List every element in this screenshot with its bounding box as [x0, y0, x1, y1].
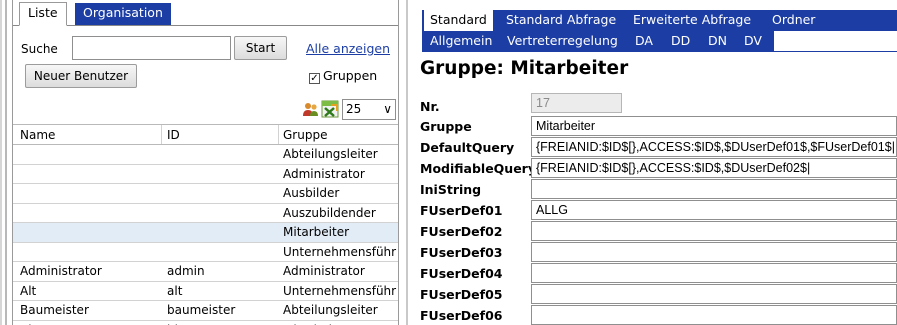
user-table: Name ID Gruppe Abteilungsleiter Administr…	[13, 124, 398, 325]
groups-checkbox[interactable]: ✓ Gruppen	[309, 68, 377, 84]
field-label-nr: Nr.	[420, 99, 440, 114]
chevron-down-icon: ∨	[383, 102, 392, 116]
page-title: Gruppe: Mitarbeiter	[420, 58, 629, 79]
sub-tab-bar: Allgemein Vertreterregelung DA DD DN DV	[422, 31, 774, 52]
field-input-fuserdef01[interactable]: ALLG	[531, 200, 897, 220]
cell-name: Alt	[20, 283, 37, 298]
field-label-fuserdef02: FUserDef02	[420, 224, 503, 239]
cell-id: admin	[167, 264, 205, 278]
column-divider	[278, 125, 279, 144]
column-header-id[interactable]: ID	[167, 128, 277, 142]
field-label-fuserdef03: FUserDef03	[420, 245, 503, 260]
checkbox-check-icon[interactable]: ✓	[309, 73, 320, 84]
excel-export-icon[interactable]	[321, 100, 339, 118]
tab-ordner[interactable]: Ordner	[772, 10, 815, 31]
field-label-inistring: IniString	[420, 182, 482, 197]
panel-separator	[399, 0, 415, 325]
cell-gruppe: Mitarbeiter	[283, 225, 350, 239]
column-divider	[161, 125, 162, 144]
sub-tab-bar-rest	[774, 31, 897, 52]
column-header-gruppe[interactable]: Gruppe	[283, 128, 398, 142]
field-input-inistring[interactable]	[531, 179, 897, 199]
cell-gruppe: Abteilungsleiter	[283, 303, 378, 317]
field-input-defaultquery[interactable]: {FREIANID:$ID$[},ACCESS:$ID$,$DUserDef01…	[531, 137, 897, 157]
table-row[interactable]: Baumeister baumeister Abteilungsleiter	[13, 301, 398, 321]
cell-name: Administrator	[20, 264, 102, 278]
users-icon[interactable]	[303, 101, 319, 117]
field-input-fuserdef05[interactable]	[531, 284, 897, 304]
table-header: Name ID Gruppe	[13, 124, 398, 145]
cell-gruppe: Ausbilder	[283, 186, 340, 200]
field-label-fuserdef04: FUserDef04	[420, 266, 503, 281]
field-label-modifiablequery: ModifiableQuery	[420, 161, 536, 176]
column-header-name[interactable]: Name	[20, 128, 160, 142]
tab-liste[interactable]: Liste	[19, 2, 67, 26]
cell-gruppe: Administrator	[283, 166, 365, 181]
tab-standard-abfrage[interactable]: Standard Abfrage	[506, 10, 616, 31]
table-row[interactable]: Ausbilder	[13, 184, 398, 204]
field-label-gruppe: Gruppe	[420, 119, 472, 134]
field-input-modifiablequery[interactable]: {FREIANID:$ID$[},ACCESS:$ID$,$DUserDef02…	[531, 158, 897, 178]
tab-allgemein[interactable]: Allgemein	[430, 31, 492, 52]
new-user-button[interactable]: Neuer Benutzer	[25, 64, 137, 88]
tab-da[interactable]: DA	[635, 31, 653, 52]
cell-gruppe: Auszubildender	[283, 205, 376, 220]
page-size-select[interactable]: 25 ∨	[342, 99, 396, 120]
field-label-fuserdef06: FUserDef06	[420, 308, 503, 323]
search-label: Suche	[21, 42, 58, 56]
field-input-fuserdef02[interactable]	[531, 221, 897, 241]
cell-name: Baumeister	[20, 303, 89, 317]
table-row[interactable]: Alt alt Unternehmensführ	[13, 282, 398, 301]
tab-erweiterte-abfrage[interactable]: Erweiterte Abfrage	[633, 10, 751, 31]
tab-dv[interactable]: DV	[744, 31, 762, 52]
page-size-value: 25	[346, 102, 362, 116]
cell-gruppe: Abteilungsleiter	[283, 147, 378, 161]
user-list-panel: Liste Organisation Suche Start Alle anze…	[12, 0, 399, 325]
cell-gruppe: Unternehmensführ	[283, 244, 397, 259]
cell-gruppe: Administrator	[283, 264, 365, 278]
tab-standard[interactable]: Standard	[424, 10, 493, 31]
groups-checkbox-label: Gruppen	[323, 68, 378, 83]
tab-dd[interactable]: DD	[671, 31, 690, 52]
table-row[interactable]: Abteilungsleiter	[13, 145, 398, 165]
field-input-fuserdef03[interactable]	[531, 242, 897, 262]
left-tab-bar: Liste Organisation	[13, 0, 398, 26]
field-input-gruppe[interactable]: Mitarbeiter	[531, 116, 897, 136]
tab-vertreterregelung[interactable]: Vertreterregelung	[507, 31, 618, 52]
table-row[interactable]: Administrator	[13, 165, 398, 184]
cell-id: alt	[167, 283, 183, 298]
field-label-fuserdef05: FUserDef05	[420, 287, 503, 302]
table-row[interactable]: Unternehmensführ	[13, 243, 398, 262]
field-input-fuserdef04[interactable]	[531, 263, 897, 283]
table-row[interactable]: BittnerbittnerMitarbeiter	[13, 321, 398, 325]
tab-dn[interactable]: DN	[708, 31, 727, 52]
show-all-link[interactable]: Alle anzeigen	[306, 41, 390, 56]
field-input-nr: 17	[531, 93, 622, 113]
main-tab-bar: Standard Standard Abfrage Erweiterte Abf…	[422, 10, 897, 31]
tab-organisation[interactable]: Organisation	[75, 3, 171, 25]
field-label-defaultquery: DefaultQuery	[420, 140, 515, 155]
table-row[interactable]: Administrator admin Administrator	[13, 262, 398, 282]
cell-id: baumeister	[167, 303, 236, 317]
start-button[interactable]: Start	[234, 36, 287, 60]
search-input[interactable]	[72, 36, 231, 60]
table-row[interactable]: Auszubildender	[13, 204, 398, 223]
left-window-border	[0, 0, 10, 325]
field-label-fuserdef01: FUserDef01	[420, 203, 503, 218]
field-input-fuserdef06[interactable]	[531, 305, 897, 325]
table-row[interactable]: Mitarbeiter	[13, 223, 398, 243]
cell-gruppe: Unternehmensführ	[283, 283, 397, 298]
table-body: Abteilungsleiter Administrator Ausbilder Au…	[13, 145, 398, 325]
